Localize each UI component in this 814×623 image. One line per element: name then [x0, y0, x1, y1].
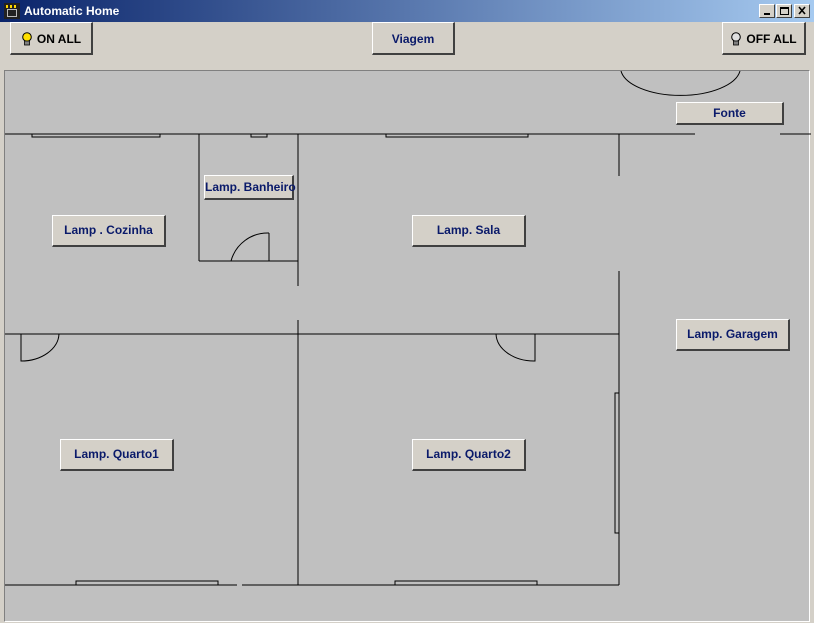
- fonte-button[interactable]: Fonte: [676, 102, 784, 125]
- lamp-sala-button[interactable]: Lamp. Sala: [412, 215, 526, 247]
- lamp-sala-label: Lamp. Sala: [436, 223, 501, 237]
- app-icon: [4, 3, 20, 19]
- lamp-quarto1-button[interactable]: Lamp. Quarto1: [60, 439, 174, 471]
- lamp-quarto2-label: Lamp. Quarto2: [426, 447, 511, 461]
- fonte-label: Fonte: [713, 106, 746, 120]
- close-icon: [798, 6, 806, 15]
- maximize-icon: [780, 7, 789, 15]
- lamp-garagem-button[interactable]: Lamp. Garagem: [676, 319, 790, 351]
- off-all-button[interactable]: OFF ALL: [722, 22, 806, 55]
- minimize-icon: [764, 13, 770, 15]
- maximize-button[interactable]: [776, 4, 792, 18]
- on-all-label: ON ALL: [36, 31, 82, 46]
- lamp-quarto1-label: Lamp. Quarto1: [74, 447, 159, 461]
- viagem-label: Viagem: [391, 31, 435, 46]
- off-all-label: OFF ALL: [746, 31, 797, 46]
- lamp-cozinha-button[interactable]: Lamp . Cozinha: [52, 215, 166, 247]
- close-button[interactable]: [794, 4, 810, 18]
- lamp-cozinha-label: Lamp . Cozinha: [64, 223, 153, 237]
- lamp-banheiro-button[interactable]: Lamp. Banheiro: [204, 175, 296, 200]
- lamp-garagem-label: Lamp. Garagem: [687, 327, 778, 341]
- floor-plan: Fonte Lamp. Banheiro Lamp . Cozinha Lamp…: [4, 70, 811, 622]
- lightbulb-on-icon: [22, 32, 32, 46]
- on-all-button[interactable]: ON ALL: [10, 22, 93, 55]
- window-title: Automatic Home: [24, 4, 120, 18]
- lightbulb-off-icon: [731, 32, 742, 46]
- lamp-banheiro-label: Lamp. Banheiro: [205, 180, 296, 194]
- viagem-button[interactable]: Viagem: [372, 22, 455, 55]
- lamp-quarto2-button[interactable]: Lamp. Quarto2: [412, 439, 526, 471]
- title-bar: Automatic Home: [0, 0, 814, 22]
- minimize-button[interactable]: [759, 4, 775, 18]
